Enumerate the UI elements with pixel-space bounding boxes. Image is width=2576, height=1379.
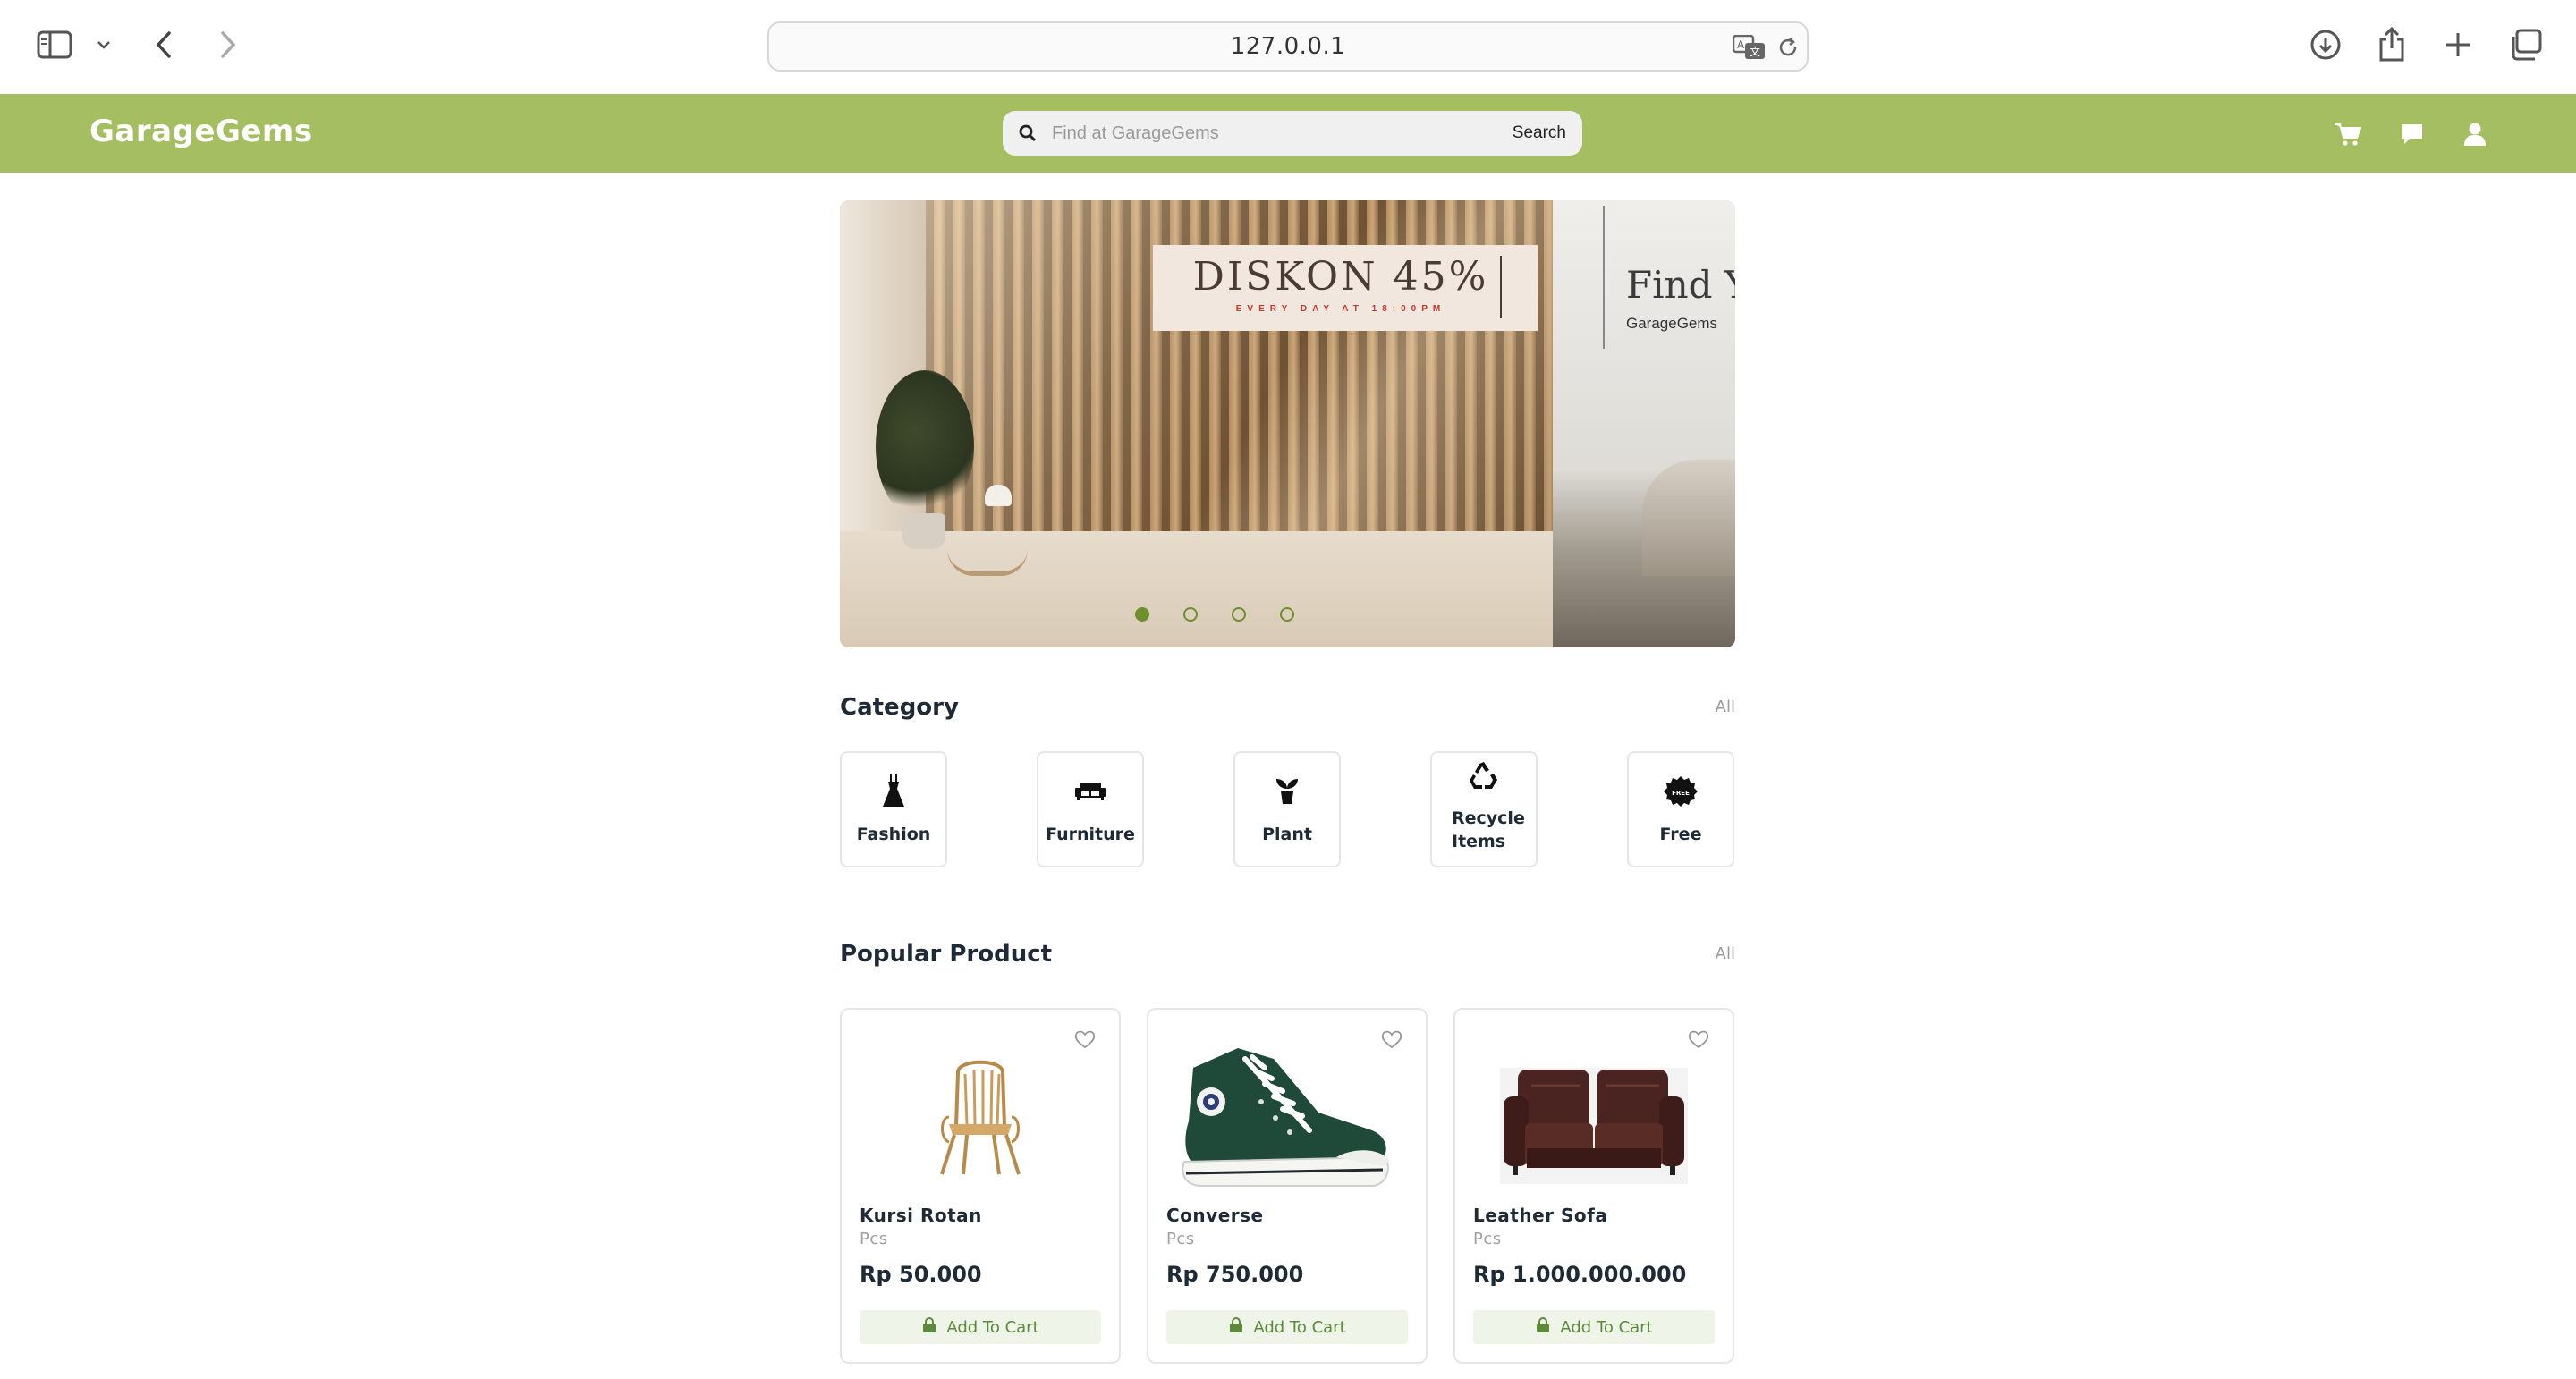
promo-card: DISKON 45% EVERY DAY AT 18:00PM (1153, 245, 1538, 331)
popular-see-all-link[interactable]: All (1699, 944, 1735, 963)
add-to-cart-label: Add To Cart (1560, 1317, 1653, 1337)
recycle-icon (1432, 757, 1536, 796)
add-to-cart-button[interactable]: Add To Cart (1166, 1310, 1408, 1344)
search-input[interactable] (1052, 111, 1472, 156)
sidebar-icon[interactable] (34, 27, 75, 63)
url-text[interactable]: 127.0.0.1 (769, 23, 1807, 70)
sofa-icon (1038, 771, 1142, 810)
promo-carousel[interactable]: DISKON 45% EVERY DAY AT 18:00PM Find Y G… (840, 200, 1735, 647)
next-slide-subtitle: GarageGems (1626, 315, 1718, 332)
product-price: Rp 50.000 (860, 1262, 982, 1287)
category-see-all-link[interactable]: All (1699, 698, 1735, 716)
plant-icon (1235, 771, 1339, 810)
chevron-down-icon[interactable] (93, 34, 114, 55)
category-label: Recycle Items (1452, 808, 1525, 851)
category-free[interactable]: FREE Free (1627, 751, 1734, 867)
add-to-cart-label: Add To Cart (1253, 1317, 1346, 1337)
carousel-dot-2[interactable] (1182, 607, 1198, 622)
add-to-cart-label: Add To Cart (946, 1317, 1039, 1337)
share-icon[interactable] (2374, 25, 2410, 64)
download-icon[interactable] (2308, 27, 2343, 63)
product-unit: Pcs (1473, 1230, 1502, 1248)
search-icon (1019, 124, 1037, 146)
heart-icon[interactable] (1381, 1029, 1402, 1049)
category-list: Fashion Furniture Plant Recycle Items FR… (840, 751, 1735, 867)
product-image-leather-sofa[interactable] (1473, 1028, 1715, 1206)
category-label: Furniture (1046, 825, 1135, 844)
new-tab-icon[interactable] (2440, 27, 2476, 63)
carousel-dot-3[interactable] (1231, 607, 1246, 622)
heart-icon[interactable] (1688, 1029, 1709, 1049)
category-plant[interactable]: Plant (1233, 751, 1341, 867)
cart-icon[interactable] (2333, 119, 2363, 149)
user-icon[interactable] (2460, 119, 2490, 149)
promo-title: DISKON 45% (1192, 254, 1489, 300)
svg-text:A: A (1737, 38, 1745, 51)
shopping-bag-icon (1228, 1316, 1244, 1338)
next-slide-title: Find Y (1626, 263, 1735, 307)
carousel-dots (840, 607, 1589, 622)
product-price: Rp 750.000 (1166, 1262, 1304, 1287)
svg-text:FREE: FREE (1672, 790, 1690, 797)
svg-text:文: 文 (1750, 45, 1760, 58)
product-card[interactable]: Converse Pcs Rp 750.000 Add To Cart (1147, 1008, 1428, 1364)
shopping-bag-icon (1535, 1316, 1551, 1338)
product-unit: Pcs (860, 1230, 888, 1248)
carousel-dot-4[interactable] (1279, 607, 1294, 622)
forward-icon[interactable] (213, 27, 243, 63)
address-bar[interactable]: 127.0.0.1 A文 (767, 21, 1809, 72)
category-recycle-items[interactable]: Recycle Items (1430, 751, 1538, 867)
category-label: Plant (1262, 825, 1312, 844)
back-icon[interactable] (148, 27, 179, 63)
translate-icon[interactable]: A文 (1732, 34, 1767, 61)
category-title: Category (840, 694, 959, 721)
tabs-overview-icon[interactable] (2506, 27, 2544, 63)
dress-icon (842, 771, 945, 810)
slide-divider (1603, 206, 1605, 349)
category-furniture[interactable]: Furniture (1037, 751, 1144, 867)
brand-logo[interactable]: GarageGems (89, 114, 313, 149)
product-card[interactable]: Kursi Rotan Pcs Rp 50.000 Add To Cart (840, 1008, 1121, 1364)
product-list: Kursi Rotan Pcs Rp 50.000 Add To Cart Co… (840, 1008, 1735, 1366)
heart-icon[interactable] (1074, 1029, 1096, 1049)
product-price: Rp 1.000.000.000 (1473, 1262, 1687, 1287)
product-card[interactable]: Leather Sofa Pcs Rp 1.000.000.000 Add To… (1453, 1008, 1734, 1364)
search-bar: Search (1003, 111, 1582, 156)
add-to-cart-button[interactable]: Add To Cart (860, 1310, 1101, 1344)
product-unit: Pcs (1166, 1230, 1195, 1248)
plant-decoration (876, 370, 974, 522)
product-name[interactable]: Converse (1166, 1205, 1264, 1226)
category-fashion[interactable]: Fashion (840, 751, 947, 867)
chair-decoration (947, 540, 1028, 576)
product-image-green-sneaker[interactable] (1166, 1028, 1408, 1206)
carousel-slide-next[interactable]: Find Y GarageGems (1553, 200, 1735, 647)
reload-icon[interactable] (1775, 34, 1801, 61)
popular-product-title: Popular Product (840, 941, 1053, 968)
arch-decoration (1642, 460, 1735, 576)
search-button[interactable]: Search (1513, 121, 1566, 146)
site-header: GarageGems Search (0, 94, 2576, 173)
promo-subtitle: EVERY DAY AT 18:00PM (1235, 304, 1446, 314)
carousel-dot-1[interactable] (1134, 607, 1149, 622)
lamp-decoration (985, 485, 1012, 506)
free-badge-icon: FREE (1629, 773, 1733, 812)
chat-icon[interactable] (2397, 119, 2428, 149)
add-to-cart-button[interactable]: Add To Cart (1473, 1310, 1715, 1344)
product-name[interactable]: Leather Sofa (1473, 1205, 1607, 1226)
category-label: Fashion (856, 825, 931, 844)
product-image-rattan-chair[interactable] (860, 1028, 1101, 1206)
carousel-slide-active[interactable]: DISKON 45% EVERY DAY AT 18:00PM (840, 200, 1553, 647)
shopping-bag-icon (921, 1316, 937, 1338)
plant-pot (902, 513, 945, 549)
category-label: Free (1659, 825, 1702, 844)
browser-toolbar: 127.0.0.1 A文 (0, 0, 2576, 94)
promo-divider (1500, 256, 1502, 318)
product-name[interactable]: Kursi Rotan (860, 1205, 982, 1226)
